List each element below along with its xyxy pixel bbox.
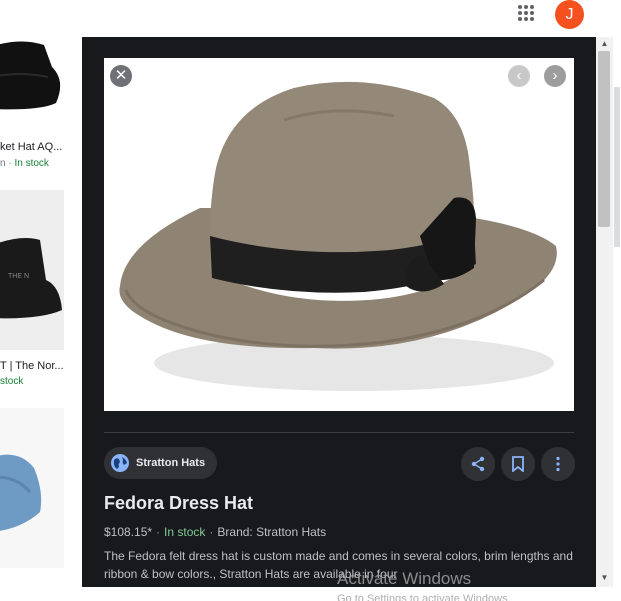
page-scroll-thumb[interactable]: [614, 87, 620, 247]
share-button[interactable]: [461, 447, 495, 481]
page-scrollbar[interactable]: [613, 37, 621, 601]
bookmark-icon: [512, 456, 524, 472]
save-button[interactable]: [501, 447, 535, 481]
product-meta: $108.15* · In stock · Brand: Stratton Hats: [104, 525, 327, 539]
activation-watermark-title: Activate Windows: [337, 569, 472, 588]
product-title[interactable]: Fedora Dress Hat: [104, 493, 253, 514]
result-thumbnail[interactable]: THE N: [0, 190, 64, 350]
scroll-up-arrow[interactable]: ▲: [596, 39, 613, 49]
chevron-left-icon[interactable]: ‹: [508, 65, 530, 87]
stock-status: In stock: [164, 525, 206, 539]
scroll-thumb[interactable]: [598, 51, 610, 227]
results-column: ket Hat AQ... n · In stock THE N T | The…: [0, 37, 82, 601]
activation-watermark-subtitle: Go to Settings to activate Windows.: [337, 593, 511, 601]
result-thumbnail[interactable]: [0, 37, 64, 134]
source-chip[interactable]: Stratton Hats: [104, 447, 218, 479]
top-bar: J: [0, 0, 621, 37]
result-title[interactable]: T | The Nor...: [0, 360, 64, 372]
result-title[interactable]: ket Hat AQ...: [0, 141, 62, 153]
more-options-button[interactable]: [541, 447, 575, 481]
apps-grid-icon[interactable]: [517, 4, 535, 22]
image-viewer-panel: ✕ ‹ › Stratton Hats Fedora Dress Hat $10…: [82, 37, 596, 601]
result-stock: stock: [0, 376, 24, 387]
source-name: Stratton Hats: [136, 457, 206, 469]
result-thumbnail[interactable]: [0, 408, 64, 568]
chevron-right-icon[interactable]: ›: [544, 65, 566, 87]
more-vert-icon: [556, 456, 560, 472]
svg-text:THE N: THE N: [8, 273, 29, 280]
share-icon: [471, 456, 485, 472]
result-stock: n · In stock: [0, 158, 49, 169]
product-image[interactable]: [104, 58, 574, 411]
divider: [104, 432, 574, 433]
product-brand: Brand: Stratton Hats: [217, 525, 327, 539]
account-avatar[interactable]: J: [555, 0, 584, 29]
scrollbar[interactable]: ▲ ▼: [596, 37, 613, 587]
close-icon[interactable]: ✕: [110, 65, 132, 87]
scroll-down-arrow[interactable]: ▼: [596, 573, 613, 583]
globe-icon: [111, 454, 129, 472]
page: J ket Hat AQ... n · In stock THE N T | T…: [0, 0, 621, 601]
product-price: $108.15*: [104, 525, 153, 539]
bottom-strip: [0, 587, 621, 601]
